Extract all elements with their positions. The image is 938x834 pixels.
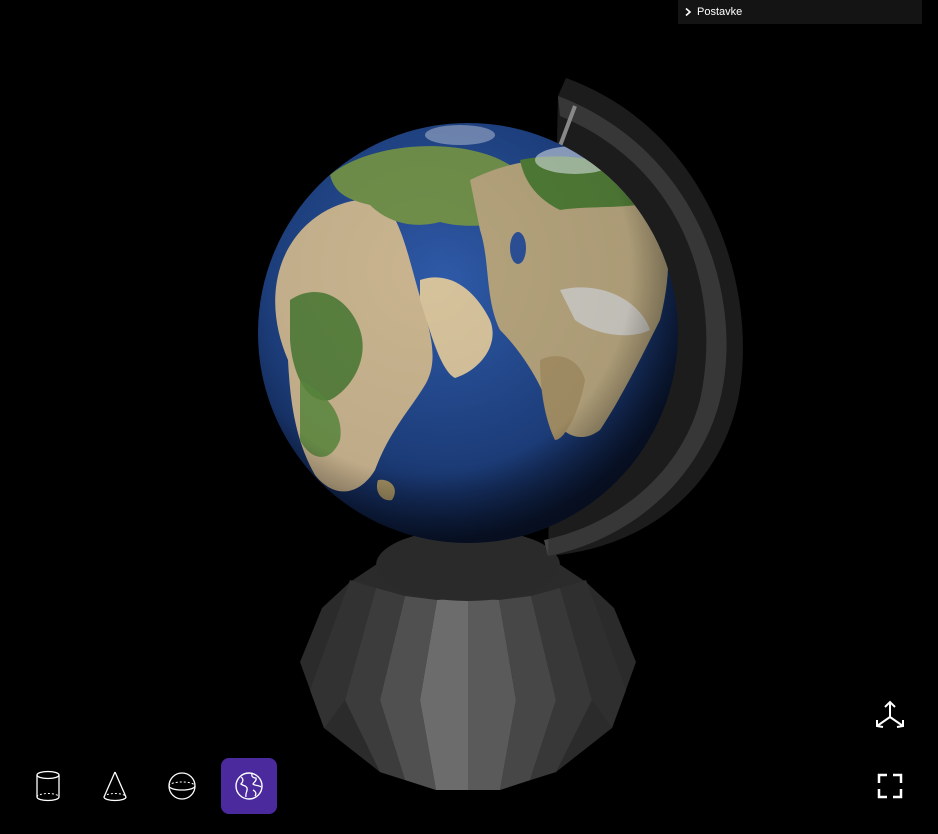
earth-globe[interactable] bbox=[258, 123, 678, 543]
fullscreen-icon bbox=[877, 773, 903, 799]
chevron-right-icon bbox=[685, 7, 692, 17]
globe-button[interactable] bbox=[221, 758, 277, 814]
globe-scene[interactable] bbox=[0, 0, 938, 834]
settings-label: Postavke bbox=[697, 6, 743, 18]
sphere-icon bbox=[168, 772, 196, 800]
globe-stand bbox=[300, 529, 636, 790]
cylinder-icon bbox=[36, 770, 60, 802]
cone-icon bbox=[103, 771, 127, 802]
settings-toggle[interactable]: Postavke bbox=[678, 0, 922, 24]
sphere-button[interactable] bbox=[154, 758, 210, 814]
cylinder-button[interactable] bbox=[20, 758, 76, 814]
fullscreen-button[interactable] bbox=[870, 766, 910, 806]
cone-button[interactable] bbox=[87, 758, 143, 814]
globe-icon bbox=[235, 772, 263, 800]
axes-icon bbox=[876, 700, 904, 728]
axes-button[interactable] bbox=[870, 695, 910, 735]
